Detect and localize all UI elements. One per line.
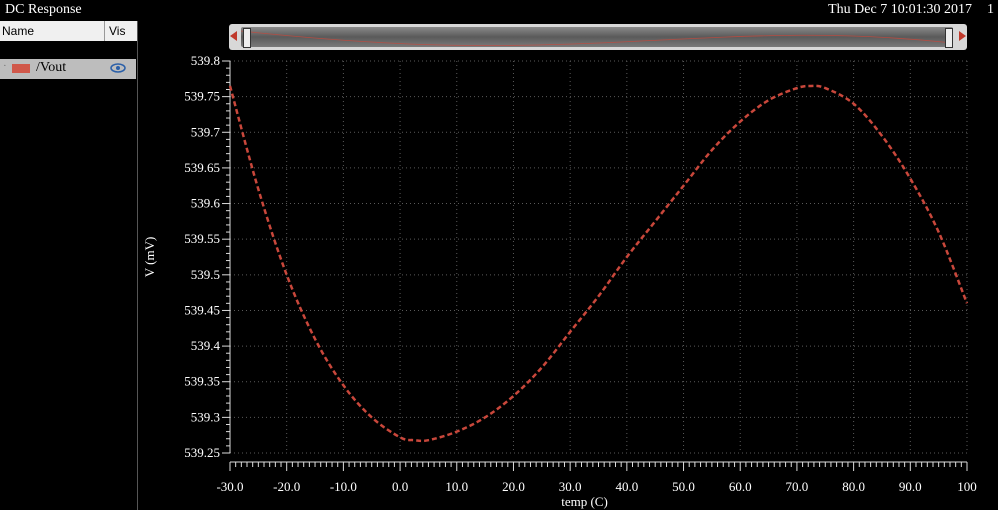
- y-tick-label: 539.75: [184, 89, 220, 104]
- x-tick-label: 0.0: [392, 479, 408, 494]
- y-tick-label: 539.6: [191, 196, 221, 211]
- signal-label: /Vout: [36, 60, 67, 75]
- y-tick-label: 539.3: [191, 409, 220, 424]
- y-tick-label: 539.35: [184, 374, 220, 389]
- series-line-vout: [228, 84, 969, 443]
- signal-color-swatch: [12, 64, 30, 73]
- x-tick-label: 20.0: [502, 479, 525, 494]
- column-header-vis[interactable]: Vis: [104, 21, 125, 41]
- overview-trace: [240, 30, 954, 46]
- x-tick-label: 60.0: [729, 479, 752, 494]
- y-axis-ticks: 539.25 539.3 539.35 539.4 539.45 539.5 539.55 5…: [184, 53, 230, 460]
- grid-lines: [229, 60, 968, 454]
- zoom-scrollbar[interactable]: [229, 24, 967, 50]
- signal-row-vout[interactable]: · /Vout: [0, 59, 136, 79]
- window-title: DC Response: [5, 2, 82, 17]
- x-tick-label: 100: [957, 479, 977, 494]
- y-tick-label: 539.7: [191, 124, 221, 139]
- title-bar: DC Response Thu Dec 7 10:01:30 2017 1: [0, 0, 998, 20]
- x-tick-label: 70.0: [786, 479, 809, 494]
- eye-icon[interactable]: [110, 62, 126, 74]
- x-tick-label: 40.0: [615, 479, 638, 494]
- signal-panel-header: Name Vis: [0, 21, 137, 41]
- x-axis-ticks: -30.0 -20.0 -10.0 0.0 10.0 20.0 30.0 40.0 50.0 60…: [216, 462, 977, 494]
- y-tick-label: 539.25: [184, 445, 220, 460]
- x-tick-label: -10.0: [330, 479, 357, 494]
- x-tick-label: -30.0: [216, 479, 243, 494]
- y-tick-label: 539.65: [184, 160, 220, 175]
- subwindow-number: 1: [987, 2, 994, 17]
- x-tick-label: 80.0: [842, 479, 865, 494]
- y-tick-label: 539.8: [191, 53, 220, 68]
- scroll-handle-left-icon[interactable]: [243, 28, 251, 48]
- axes: [229, 61, 967, 463]
- x-tick-label: 10.0: [445, 479, 468, 494]
- x-tick-label: 90.0: [899, 479, 922, 494]
- signal-panel: Name Vis · /Vout: [0, 21, 138, 510]
- datetime-stamp: Thu Dec 7 10:01:30 2017: [828, 2, 972, 17]
- x-tick-label: 30.0: [559, 479, 582, 494]
- scrollbar-track[interactable]: [240, 27, 954, 47]
- y-tick-label: 539.5: [191, 267, 220, 282]
- y-tick-label: 539.4: [191, 338, 221, 353]
- tree-connector-icon: ·: [3, 60, 7, 72]
- y-tick-label: 539.55: [184, 231, 220, 246]
- scroll-right-arrow-icon[interactable]: [959, 31, 966, 41]
- dc-response-chart[interactable]: 539.25 539.3 539.35 539.4 539.45 539.5 539.55 5…: [138, 50, 998, 510]
- y-axis-label: V (mV): [142, 237, 157, 278]
- scroll-left-arrow-icon[interactable]: [230, 31, 237, 41]
- x-tick-label: -20.0: [273, 479, 300, 494]
- x-tick-label: 50.0: [672, 479, 695, 494]
- y-tick-label: 539.45: [184, 302, 220, 317]
- series-group: [228, 84, 969, 443]
- x-axis-label: temp (C): [561, 494, 608, 509]
- column-header-name[interactable]: Name: [2, 24, 34, 38]
- scroll-handle-right-icon[interactable]: [945, 28, 953, 48]
